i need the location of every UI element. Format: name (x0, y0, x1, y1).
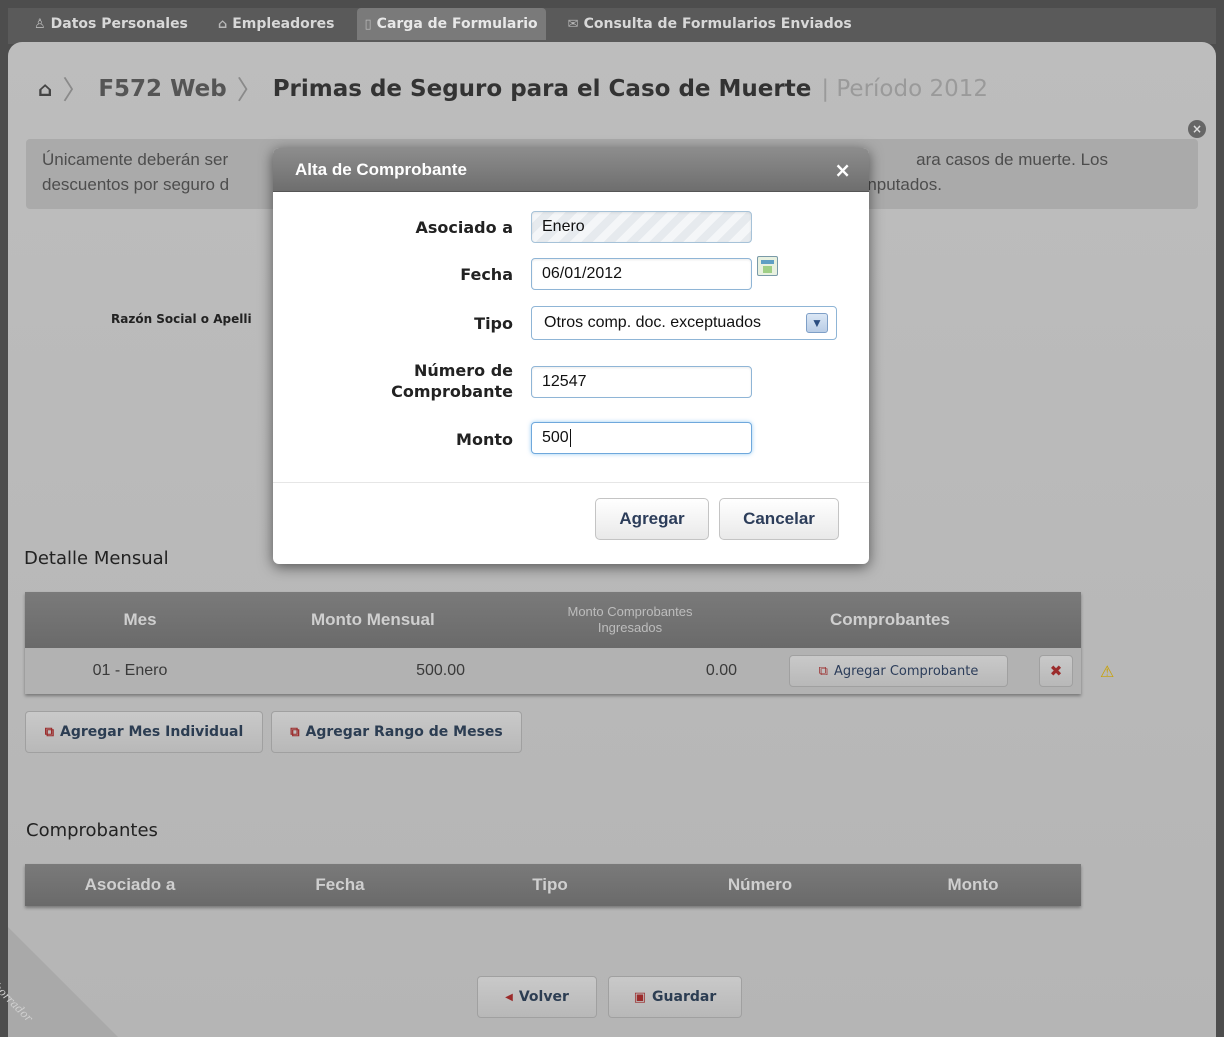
col-fecha: Fecha (315, 875, 365, 894)
dialog-title: Alta de Comprobante (295, 159, 467, 179)
dialog-header: Alta de Comprobante × (273, 148, 869, 192)
col-monto: Monto (947, 875, 999, 894)
col-comprobantes: Comprobantes (830, 610, 950, 629)
save-icon: ▣ (633, 989, 647, 1005)
add-window-icon: ⧉ (290, 724, 300, 740)
tab-consulta-formularios[interactable]: ✉ Consulta de Formularios Enviados (560, 8, 860, 40)
cell-mes: 01 - Enero (92, 662, 168, 679)
cell-monto-comprobantes: 0.00 (705, 662, 737, 679)
col-mes: Mes (123, 610, 157, 629)
agregar-rango-meses-button[interactable]: ⧉ Agregar Rango de Meses (271, 711, 522, 753)
person-icon: ♙ (34, 16, 46, 32)
text-caret (569, 429, 571, 447)
cell-monto-mensual: 500.00 (416, 662, 465, 679)
info-text: Únicamente deberán ser (42, 150, 229, 169)
warning-icon: ⚠ (1100, 662, 1115, 681)
breadcrumb: ⌂ 〉 F572 Web 〉 Primas de Seguro para el … (38, 70, 988, 107)
numero-label-line1: Número de (413, 361, 513, 380)
comprobantes-title: Comprobantes (26, 820, 158, 841)
cancelar-button[interactable]: Cancelar (719, 498, 839, 540)
breadcrumb-root[interactable]: F572 Web (98, 76, 226, 102)
tipo-label: Tipo (474, 314, 513, 333)
info-text: descuentos por seguro d (42, 175, 230, 194)
alta-comprobante-dialog: Alta de Comprobante × Asociado a Enero F… (273, 148, 869, 564)
add-window-icon: ⧉ (44, 724, 54, 740)
col-numero: Número (727, 875, 793, 894)
breadcrumb-separator: 〉 (62, 76, 89, 106)
calendar-icon[interactable] (757, 256, 778, 276)
agregar-rango-label: Agregar Rango de Meses (305, 724, 503, 740)
monto-label: Monto (456, 430, 513, 449)
monto-field[interactable]: 500 (531, 422, 752, 454)
table-header: Asociado a Fecha Tipo Número Monto (25, 864, 1081, 906)
document-icon: ▯ (364, 16, 372, 32)
monto-value: 500 (542, 429, 569, 447)
agregar-mes-individual-button[interactable]: ⧉ Agregar Mes Individual (25, 711, 263, 753)
envelope-icon: ✉ (567, 16, 579, 32)
breadcrumb-separator: 〉 (236, 76, 263, 106)
info-text: ara casos de muerte. Los (916, 150, 1108, 169)
tab-label: Consulta de Formularios Enviados (583, 16, 852, 32)
building-icon: ⌂ (217, 16, 228, 32)
numero-label: Número de Comprobante (391, 360, 513, 402)
agregar-comprobante-button[interactable]: ⧉ Agregar Comprobante (789, 655, 1008, 687)
tab-label: Empleadores (232, 16, 335, 32)
volver-button[interactable]: ◀ Volver (477, 976, 597, 1018)
razon-social-label: Razón Social o Apelli (111, 312, 252, 326)
close-info-icon[interactable]: × (1188, 120, 1206, 138)
numero-label-line2: Comprobante (391, 382, 513, 401)
dialog-divider (273, 482, 869, 483)
comprobantes-table: Asociado a Fecha Tipo Número Monto (25, 864, 1081, 906)
tab-datos-personales[interactable]: ♙ Datos Personales (26, 8, 196, 40)
table-row: 01 - Enero 500.00 0.00 ⧉ Agregar Comprob… (25, 648, 1081, 694)
chevron-down-icon: ▼ (806, 313, 828, 333)
fecha-field[interactable]: 06/01/2012 (531, 258, 752, 290)
fecha-label: Fecha (460, 265, 513, 284)
col-monto-comprobantes-line2: Ingresados (597, 620, 663, 635)
page-title: Primas de Seguro para el Caso de Muerte (272, 75, 812, 102)
asociado-field: Enero (531, 211, 752, 243)
agregar-comprobante-label: Agregar Comprobante (833, 663, 979, 679)
tab-label: Datos Personales (50, 16, 188, 32)
col-monto-mensual: Monto Mensual (311, 610, 435, 629)
col-monto-comprobantes-line1: Monto Comprobantes (567, 604, 693, 619)
tipo-select[interactable]: Otros comp. doc. exceptuados ▼ (531, 306, 837, 340)
tipo-selected-value: Otros comp. doc. exceptuados (544, 314, 761, 331)
add-window-icon: ⧉ (818, 663, 828, 679)
col-asociado: Asociado a (84, 875, 176, 894)
guardar-label: Guardar (652, 989, 717, 1005)
home-icon[interactable]: ⌂ (38, 77, 52, 101)
col-monto-comprobantes: Monto Comprobantes Ingresados (515, 604, 745, 636)
arrow-left-icon: ◀ (505, 991, 513, 1003)
detalle-mensual-title: Detalle Mensual (24, 548, 169, 569)
tab-carga-de-formulario[interactable]: ▯ Carga de Formulario (356, 8, 546, 40)
volver-label: Volver (518, 989, 569, 1005)
guardar-button[interactable]: ▣ Guardar (608, 976, 742, 1018)
col-tipo: Tipo (532, 875, 568, 894)
info-text: nputados. (867, 175, 942, 194)
agregar-button[interactable]: Agregar (595, 498, 709, 540)
delete-icon: ✖ (1049, 662, 1063, 680)
tab-empleadores[interactable]: ⌂ Empleadores (210, 8, 343, 40)
tab-label: Carga de Formulario (376, 16, 538, 32)
agregar-mes-label: Agregar Mes Individual (60, 724, 244, 740)
detalle-mensual-table: Mes Monto Mensual Monto Comprobantes Ing… (25, 592, 1081, 694)
table-header: Mes Monto Mensual Monto Comprobantes Ing… (25, 592, 1081, 648)
numero-comprobante-field[interactable]: 12547 (531, 366, 752, 398)
delete-row-button[interactable]: ✖ (1039, 655, 1073, 687)
top-navigation: ♙ Datos Personales ⌂ Empleadores ▯ Carga… (8, 8, 1216, 44)
asociado-label: Asociado a (415, 218, 513, 237)
period-label: | Período 2012 (821, 75, 989, 102)
close-icon[interactable]: × (834, 158, 851, 182)
